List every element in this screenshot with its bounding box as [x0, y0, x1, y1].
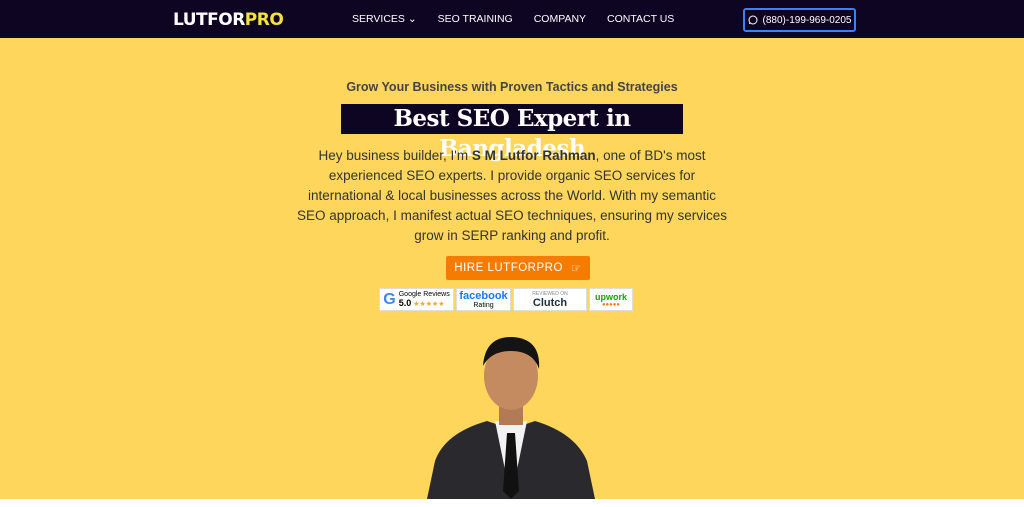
facebook-rating-badge[interactable]: facebook Rating — [456, 288, 511, 311]
whatsapp-icon — [748, 15, 758, 25]
main-nav: SERVICES ⌄ SEO TRAINING COMPANY CONTACT … — [352, 13, 674, 25]
hire-button[interactable]: HIRE LUTFORPRO ☞ — [446, 256, 590, 280]
profile-photo — [427, 336, 595, 499]
phone-number: (880)-199-969-0205 — [762, 14, 852, 26]
review-badges: G Google Reviews 5.0 ★★★★★ facebook Rating… — [379, 288, 633, 311]
hero-description: Hey business builder, I'm S M Lutfor Rah… — [297, 148, 727, 243]
google-icon: G — [383, 290, 396, 308]
nav-company[interactable]: COMPANY — [534, 13, 586, 25]
google-reviews-badge[interactable]: G Google Reviews 5.0 ★★★★★ — [379, 288, 454, 311]
hero-section: Grow Your Business with Proven Tactics a… — [0, 38, 1024, 499]
nav-services[interactable]: SERVICES ⌄ — [352, 13, 417, 25]
tagline: Grow Your Business with Proven Tactics a… — [346, 80, 678, 94]
page-title: Best SEO Expert in Bangladesh — [341, 104, 683, 162]
logo[interactable]: LUTFORPRO — [173, 10, 284, 30]
site-header: LUTFORPRO SERVICES ⌄ SEO TRAINING COMPAN… — [0, 0, 1024, 38]
nav-contact-us[interactable]: CONTACT US — [607, 13, 674, 25]
clutch-badge[interactable]: REVIEWED ON Clutch — [513, 288, 587, 311]
nav-seo-training[interactable]: SEO TRAINING — [438, 13, 513, 25]
phone-button[interactable]: (880)-199-969-0205 — [743, 8, 856, 32]
pointing-hand-icon: ☞ — [570, 263, 582, 275]
upwork-badge[interactable]: upwork ●●●●● — [589, 288, 633, 311]
